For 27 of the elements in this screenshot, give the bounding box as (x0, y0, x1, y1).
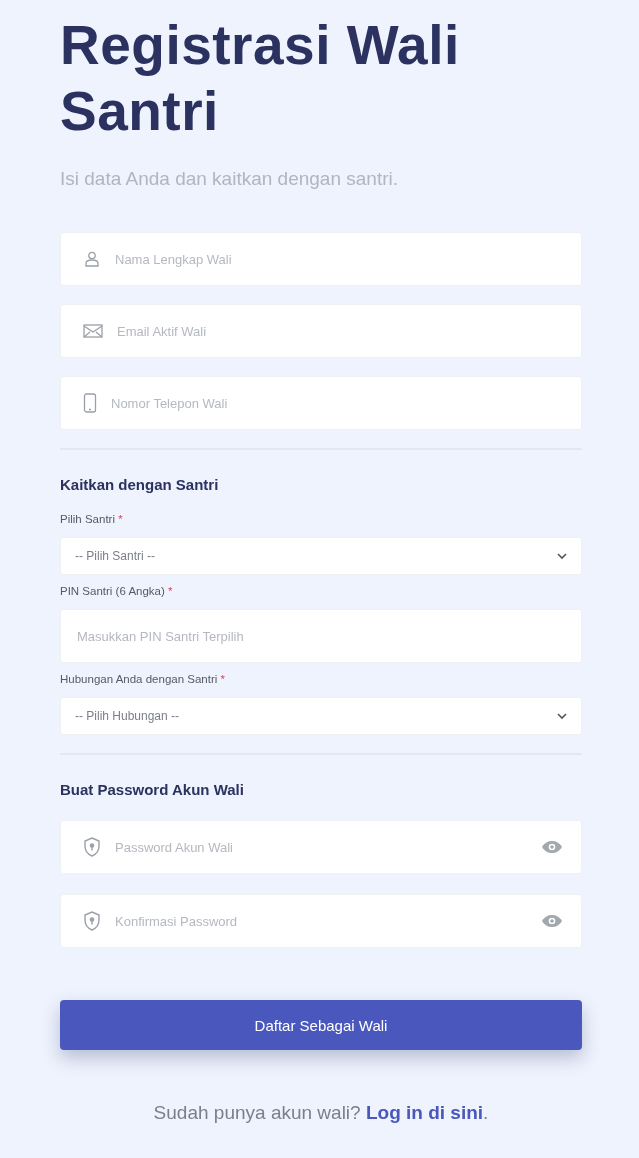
phone-icon (83, 393, 97, 413)
login-link[interactable]: Log in di sini (365, 1102, 484, 1123)
password-field[interactable]: Password Akun Wali (60, 820, 582, 874)
user-icon (83, 250, 101, 268)
eye-icon[interactable] (541, 914, 563, 928)
select-field[interactable]: -- Pilih Hubungan -- (60, 697, 582, 735)
chevron-down-icon (557, 712, 567, 720)
field-label: PIN Santri (6 Angka) * (60, 585, 174, 597)
eye-icon[interactable] (541, 840, 563, 854)
shield-icon (83, 837, 101, 857)
shield-icon (83, 911, 101, 931)
select-field[interactable]: -- Pilih Santri -- (60, 537, 582, 575)
section-heading: Buat Password Akun Wali (60, 781, 245, 798)
input-field[interactable]: Nomor Telepon Wali (60, 376, 582, 430)
input-field[interactable]: Masukkan PIN Santri Terpilih (60, 609, 582, 663)
section-heading: Kaitkan dengan Santri (60, 476, 220, 493)
page-subtitle: Isi data Anda dan kaitkan dengan santri. (60, 168, 400, 190)
mail-icon (83, 323, 103, 339)
password-field[interactable]: Konfirmasi Password (60, 894, 582, 948)
field-label: Hubungan Anda dengan Santri * (60, 673, 226, 685)
chevron-down-icon (557, 552, 567, 560)
page-title: Registrasi Wali Santri (60, 13, 461, 144)
input-field[interactable]: Email Aktif Wali (60, 304, 582, 358)
register-button[interactable]: Daftar Sebagai Wali (60, 1000, 582, 1050)
input-field[interactable]: Nama Lengkap Wali (60, 232, 582, 286)
field-label: Pilih Santri * (60, 513, 124, 525)
login-prompt: Sudah punya akun wali? Log in di sini. (152, 1102, 490, 1124)
